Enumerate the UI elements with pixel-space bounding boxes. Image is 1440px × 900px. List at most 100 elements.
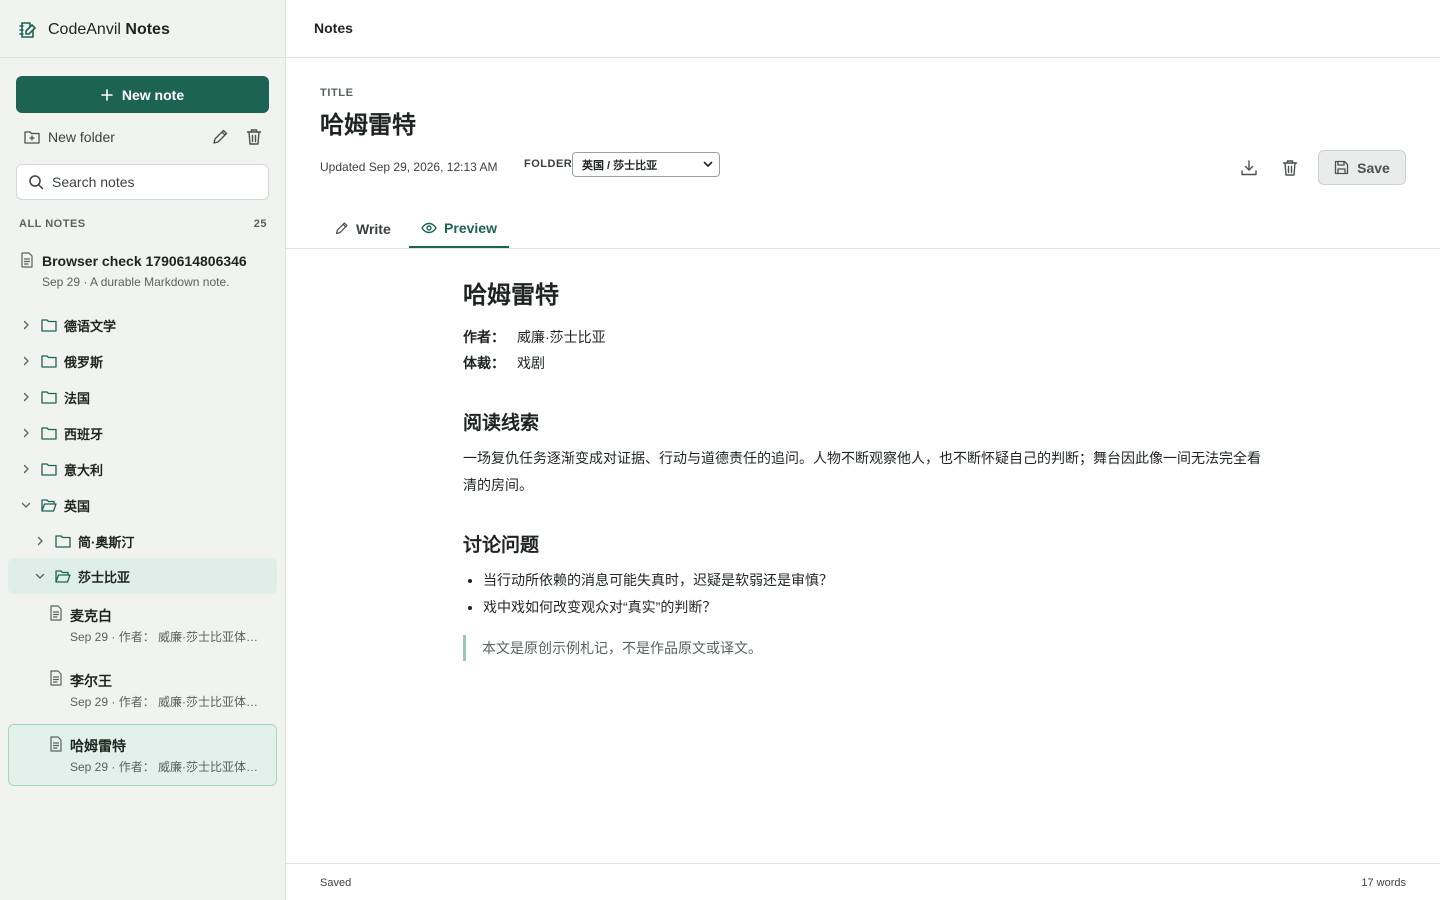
note-title: Browser check 1790614806346 <box>42 253 247 269</box>
updated-timestamp: Updated Sep 29, 2026, 12:13 AM <box>320 160 498 174</box>
chevron-down-icon <box>34 570 46 582</box>
folder-select-value: 英国 / 莎士比亚 <box>582 159 658 172</box>
new-folder-label: New folder <box>48 129 115 145</box>
chevron-down-icon <box>703 161 713 168</box>
note-item-hamlet[interactable]: 哈姆雷特 Sep 29 · 作者： 威廉·莎士比亚体裁： 戏剧 <box>8 724 277 786</box>
save-button[interactable]: Save <box>1318 150 1406 185</box>
save-label: Save <box>1357 159 1390 176</box>
tab-write-label: Write <box>356 220 391 237</box>
chevron-down-icon <box>20 499 32 511</box>
editor-tabs: Write Preview <box>286 209 1440 249</box>
tab-preview[interactable]: Preview <box>409 209 509 248</box>
folder-row-italy[interactable]: 意大利 <box>8 453 277 485</box>
folder-row-france[interactable]: 法国 <box>8 381 277 413</box>
document-icon <box>49 605 63 621</box>
search-icon <box>28 174 44 190</box>
folder-label: 德语文学 <box>64 318 117 334</box>
tab-write[interactable]: Write <box>334 209 391 248</box>
title-label: TITLE <box>320 87 354 99</box>
chevron-right-icon <box>20 319 32 331</box>
eye-icon <box>421 222 437 234</box>
preview-heading: 哈姆雷特 <box>463 282 559 309</box>
folder-row-russia[interactable]: 俄罗斯 <box>8 345 277 377</box>
folder-label: FOLDER <box>524 158 573 170</box>
chevron-right-icon <box>34 535 46 547</box>
note-title: 哈姆雷特 <box>70 738 126 754</box>
delete-note-button[interactable] <box>1279 157 1301 179</box>
list-item: 当行动所依赖的消息可能失真时，迟疑是软弱还是审慎？ <box>483 567 833 594</box>
folder-open-icon <box>55 569 71 583</box>
genre-value: 戏剧 <box>517 355 545 371</box>
folder-plus-icon <box>24 130 40 144</box>
new-note-label: New note <box>121 86 185 103</box>
chevron-right-icon <box>20 427 32 439</box>
section-heading-reading: 阅读线索 <box>463 413 540 434</box>
folder-label: 意大利 <box>64 462 104 478</box>
status-bar: Saved 17 words <box>286 863 1440 900</box>
genre-key: 体裁： <box>463 355 505 371</box>
chevron-right-icon <box>20 355 32 367</box>
folder-open-icon <box>41 498 57 512</box>
note-item-browser-check[interactable]: Browser check 1790614806346 Sep 29 · A d… <box>8 244 277 296</box>
trash-icon <box>246 128 262 146</box>
top-bar: Notes <box>286 0 1440 58</box>
all-notes-header: ALL NOTES 25 <box>19 218 267 230</box>
author-key: 作者： <box>463 329 505 345</box>
folder-row-shakespeare[interactable]: 莎士比亚 <box>8 558 277 594</box>
folder-row-spain[interactable]: 西班牙 <box>8 417 277 449</box>
paragraph: 一场复仇任务逐渐变成对证据、行动与道德责任的追问。人物不断观察他人，也不断怀疑自… <box>463 450 1261 493</box>
main-panel: Notes TITLE Updated Sep 29, 2026, 12:13 … <box>286 0 1440 900</box>
chevron-right-icon <box>20 463 32 475</box>
folder-label: 莎士比亚 <box>78 569 131 585</box>
notebook-icon <box>18 20 38 40</box>
delete-folder-button[interactable] <box>243 126 265 148</box>
document-icon <box>20 252 34 268</box>
app-name: CodeAnvil Notes <box>48 21 170 39</box>
trash-icon <box>1282 159 1298 177</box>
folder-row-uk[interactable]: 英国 <box>8 489 277 521</box>
folder-actions: New folder <box>16 124 269 150</box>
folder-icon <box>41 462 57 476</box>
document-icon <box>49 670 63 686</box>
folder-icon <box>41 354 57 368</box>
save-status: Saved <box>320 877 352 889</box>
note-item-macbeth[interactable]: 麦克白 Sep 29 · 作者： 威廉·莎士比亚体裁： 戏剧 <box>8 597 277 655</box>
chevron-right-icon <box>20 391 32 403</box>
sidebar: CodeAnvil Notes New note New folder Sear… <box>0 0 286 900</box>
blockquote: 本文是原创示例札记，不是作品原文或译文。 <box>463 635 762 661</box>
note-meta: Sep 29 · 作者： 威廉·莎士比亚体裁： 戏剧 <box>70 630 260 644</box>
pencil-icon <box>334 221 349 236</box>
folder-select[interactable]: 英国 / 莎士比亚 <box>572 152 720 177</box>
folder-label: 俄罗斯 <box>64 354 104 370</box>
folder-label: 西班牙 <box>64 426 104 442</box>
new-folder-button[interactable]: New folder <box>16 129 115 145</box>
folder-label: 简·奥斯汀 <box>78 534 135 550</box>
author-line: 作者： 威廉·莎士比亚 <box>463 327 606 347</box>
folder-row-austen[interactable]: 简·奥斯汀 <box>8 525 277 557</box>
discussion-list: 当行动所依赖的消息可能失真时，迟疑是软弱还是审慎？ 戏中戏如何改变观众对“真实”… <box>463 567 833 621</box>
app-name-bold: Notes <box>125 21 170 38</box>
document-icon <box>49 736 63 752</box>
folder-label: 英国 <box>64 498 91 514</box>
download-button[interactable] <box>1238 157 1260 179</box>
rename-folder-button[interactable] <box>209 126 231 148</box>
save-icon <box>1334 160 1349 175</box>
brand: CodeAnvil Notes <box>18 18 170 42</box>
search-box[interactable] <box>16 164 269 200</box>
genre-line: 体裁： 戏剧 <box>463 353 545 373</box>
new-note-button[interactable]: New note <box>16 76 269 113</box>
folder-row-german[interactable]: 德语文学 <box>8 309 277 341</box>
author-value: 威廉·莎士比亚 <box>517 329 606 345</box>
folder-icon <box>41 426 57 440</box>
folder-label: 法国 <box>64 390 91 406</box>
sidebar-divider <box>0 57 285 58</box>
note-title: 李尔王 <box>70 673 112 689</box>
note-title: 麦克白 <box>70 608 112 624</box>
note-meta: Sep 29 · A durable Markdown note. <box>42 275 230 289</box>
title-input[interactable] <box>320 108 920 136</box>
note-item-lear[interactable]: 李尔王 Sep 29 · 作者： 威廉·莎士比亚体裁： 戏剧 <box>8 662 277 720</box>
list-item: 戏中戏如何改变观众对“真实”的判断？ <box>483 594 833 621</box>
search-input[interactable] <box>52 174 252 190</box>
all-notes-count: 25 <box>253 218 267 230</box>
note-meta: Sep 29 · 作者： 威廉·莎士比亚体裁： 戏剧 <box>70 695 260 709</box>
